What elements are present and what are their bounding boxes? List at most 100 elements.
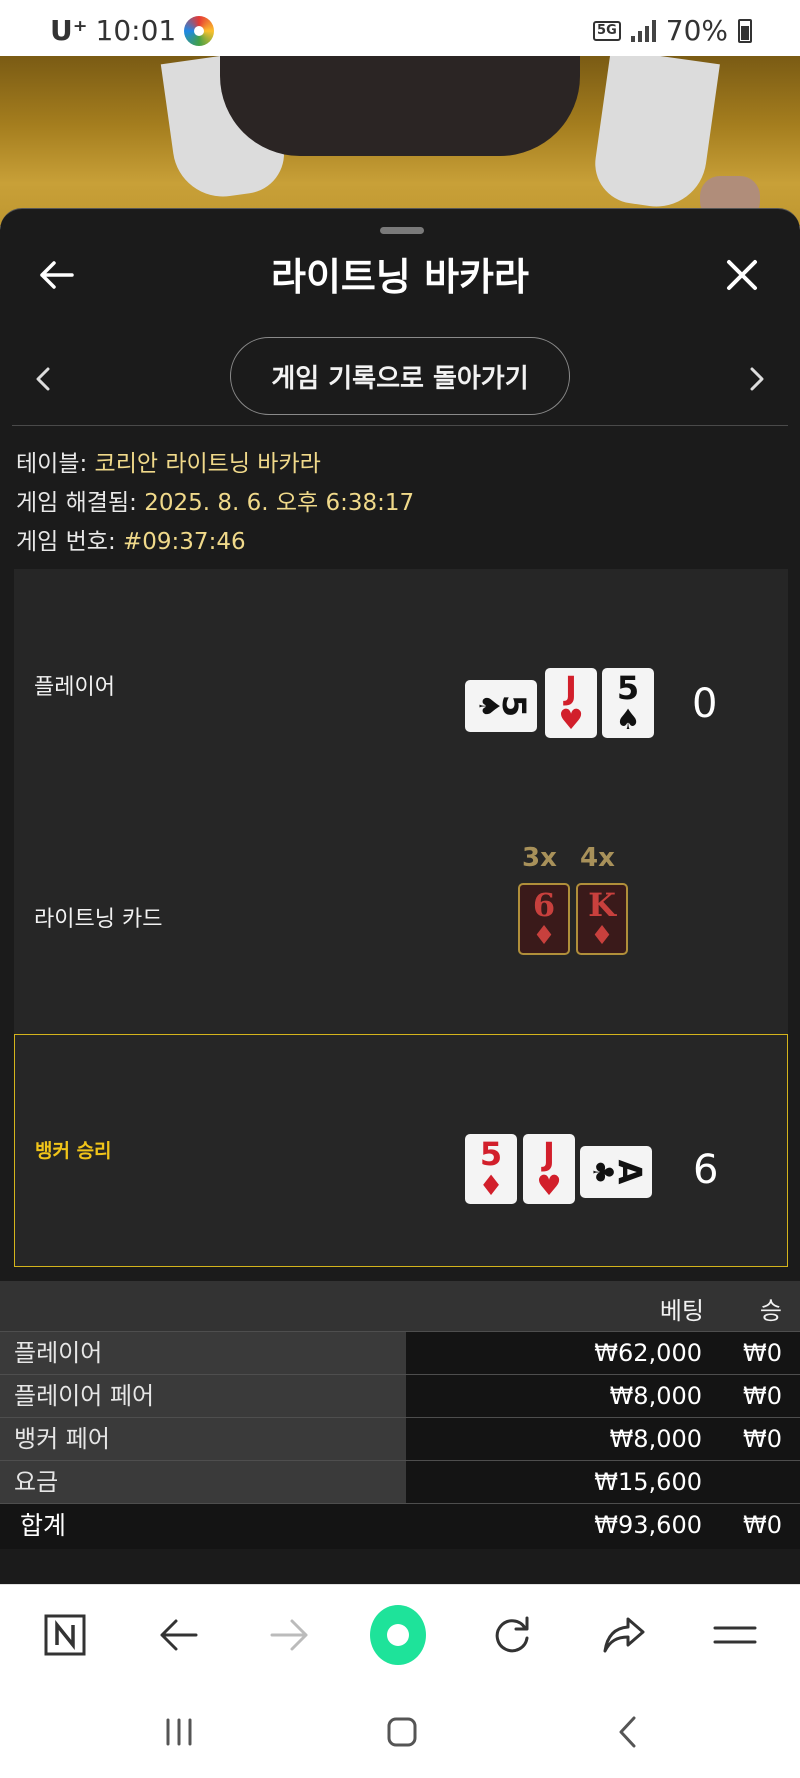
back-arrow-icon bbox=[160, 1619, 198, 1651]
bet-name: 뱅커 페어 bbox=[0, 1418, 406, 1460]
network-5g-icon: 5G bbox=[593, 20, 621, 41]
banker-card-1: 5 ♦ bbox=[465, 1134, 517, 1204]
bet-amount: ₩8,000 bbox=[609, 1425, 702, 1453]
sheet-drag-handle[interactable] bbox=[380, 227, 424, 234]
table-row: 뱅커 페어 ₩8,000 ₩0 bbox=[0, 1417, 800, 1460]
close-icon bbox=[727, 260, 757, 290]
card-rank: J bbox=[543, 1135, 555, 1173]
card-rank: 6 bbox=[532, 886, 556, 924]
forward-arrow-icon bbox=[270, 1619, 308, 1651]
carrier-label: U⁺ bbox=[50, 14, 88, 47]
card-suit: ♥ bbox=[558, 703, 584, 736]
bet-values: ₩15,600 bbox=[406, 1461, 800, 1503]
recent-apps-button[interactable] bbox=[154, 1710, 204, 1754]
card-suit: ♦ bbox=[478, 1169, 504, 1202]
table-header: 베팅 승 bbox=[0, 1281, 800, 1331]
bet-amount: ₩8,000 bbox=[609, 1382, 702, 1410]
win-amount: ₩0 bbox=[743, 1382, 782, 1410]
status-right: 5G 70% bbox=[593, 14, 752, 47]
win-amount: ₩0 bbox=[743, 1425, 782, 1453]
card-suit: ♥ bbox=[536, 1169, 562, 1202]
battery-percent: 70% bbox=[665, 14, 728, 47]
win-column-header: 승 bbox=[759, 1297, 782, 1325]
card-rank: A bbox=[610, 1159, 649, 1185]
table-row: 플레이어 ₩62,000 ₩0 bbox=[0, 1331, 800, 1374]
total-label: 합계 bbox=[20, 1511, 67, 1540]
game-number-value: #09:37:46 bbox=[123, 529, 246, 555]
share-button[interactable] bbox=[596, 1607, 652, 1663]
card-rank: J bbox=[565, 669, 577, 707]
home-square-icon bbox=[387, 1717, 417, 1747]
table-label: 테이블: bbox=[16, 451, 88, 477]
browser-home-button[interactable] bbox=[370, 1605, 426, 1665]
close-button[interactable] bbox=[720, 253, 764, 297]
bet-amount: ₩62,000 bbox=[594, 1339, 702, 1367]
system-home-button[interactable] bbox=[377, 1710, 427, 1754]
game-number-label: 게임 번호: bbox=[16, 529, 116, 555]
lightning-multiplier-1: 3x bbox=[522, 843, 557, 873]
total-bet: ₩93,600 bbox=[594, 1511, 702, 1539]
player-card-2: J ♥ bbox=[545, 668, 597, 738]
lightning-label: 라이트닝 카드 bbox=[34, 907, 163, 932]
player-card-3: 5 ♠ bbox=[602, 668, 654, 738]
back-to-history-button[interactable]: 게임 기록으로 돌아가기 bbox=[230, 337, 570, 415]
browser-forward-button[interactable] bbox=[262, 1607, 318, 1663]
card-suit: ♦ bbox=[590, 921, 614, 951]
home-icon bbox=[370, 1605, 426, 1665]
browser-back-button[interactable] bbox=[150, 1607, 206, 1663]
back-button[interactable] bbox=[36, 255, 76, 295]
status-bar: U⁺ 10:01 5G 70% bbox=[0, 0, 800, 56]
game-info: 테이블: 코리안 라이트닝 바카라 게임 해결됨: 2025. 8. 6. 오후… bbox=[16, 445, 414, 562]
lightning-card-1: 6 ♦ bbox=[518, 883, 570, 955]
resolved-label: 게임 해결됨: bbox=[16, 490, 137, 516]
table-row: 요금 ₩15,600 bbox=[0, 1460, 800, 1503]
game-history-sheet: 라이트닝 바카라 게임 기록으로 돌아가기 테이블: 코리안 라이트닝 바카라 … bbox=[0, 208, 800, 1584]
status-left: U⁺ 10:01 bbox=[50, 14, 215, 47]
share-icon bbox=[603, 1617, 645, 1653]
bet-amount: ₩15,600 bbox=[594, 1468, 702, 1496]
dealer-vest bbox=[220, 56, 580, 156]
banker-win-label: 뱅커 승리 bbox=[35, 1140, 112, 1162]
system-back-button[interactable] bbox=[602, 1710, 652, 1754]
arrow-left-icon bbox=[40, 261, 74, 289]
card-suit: ♦ bbox=[532, 921, 556, 951]
clock: 10:01 bbox=[95, 14, 177, 47]
lightning-multiplier-2: 4x bbox=[580, 843, 615, 873]
reload-button[interactable] bbox=[484, 1607, 540, 1663]
player-hand-row: 플레이어 ♠ 5 J ♥ 5 ♠ 0 bbox=[14, 569, 788, 799]
win-amount: ₩0 bbox=[743, 1339, 782, 1367]
bet-values: ₩62,000 ₩0 bbox=[406, 1332, 800, 1374]
menu-icon bbox=[713, 1626, 757, 1644]
previous-game-button[interactable] bbox=[28, 359, 58, 399]
game-number-line: 게임 번호: #09:37:46 bbox=[16, 523, 414, 562]
table-info-line: 테이블: 코리안 라이트닝 바카라 bbox=[16, 445, 414, 484]
divider bbox=[12, 425, 788, 426]
reload-icon bbox=[495, 1616, 529, 1653]
battery-icon bbox=[738, 18, 752, 43]
page-title: 라이트닝 바카라 bbox=[271, 255, 529, 299]
bet-name: 요금 bbox=[0, 1461, 406, 1503]
resolved-value: 2025. 8. 6. 오후 6:38:17 bbox=[144, 490, 415, 516]
map-app-icon bbox=[184, 15, 215, 46]
card-rank: 5 bbox=[479, 1135, 503, 1173]
card-rank: 5 bbox=[495, 694, 534, 718]
bet-values: ₩8,000 ₩0 bbox=[406, 1375, 800, 1417]
browser-toolbar bbox=[0, 1584, 800, 1686]
chevron-left-icon bbox=[36, 367, 50, 391]
bet-column-header: 베팅 bbox=[659, 1297, 704, 1325]
naver-button[interactable] bbox=[37, 1607, 93, 1663]
lightning-card-2: K ♦ bbox=[576, 883, 628, 955]
chevron-right-icon bbox=[750, 367, 764, 391]
menu-button[interactable] bbox=[707, 1607, 763, 1663]
table-row: 플레이어 페어 ₩8,000 ₩0 bbox=[0, 1374, 800, 1417]
back-chevron-icon bbox=[619, 1716, 636, 1748]
bet-name: 플레이어 bbox=[0, 1332, 406, 1374]
banker-card-3: ♣ A bbox=[580, 1146, 652, 1198]
bet-values: ₩8,000 ₩0 bbox=[406, 1418, 800, 1460]
banker-card-2: J ♥ bbox=[523, 1134, 575, 1204]
resolved-info-line: 게임 해결됨: 2025. 8. 6. 오후 6:38:17 bbox=[16, 484, 414, 523]
card-rank: 5 bbox=[616, 669, 640, 707]
signal-icon bbox=[630, 19, 656, 42]
card-suit: ♠ bbox=[615, 703, 641, 736]
next-game-button[interactable] bbox=[742, 359, 772, 399]
